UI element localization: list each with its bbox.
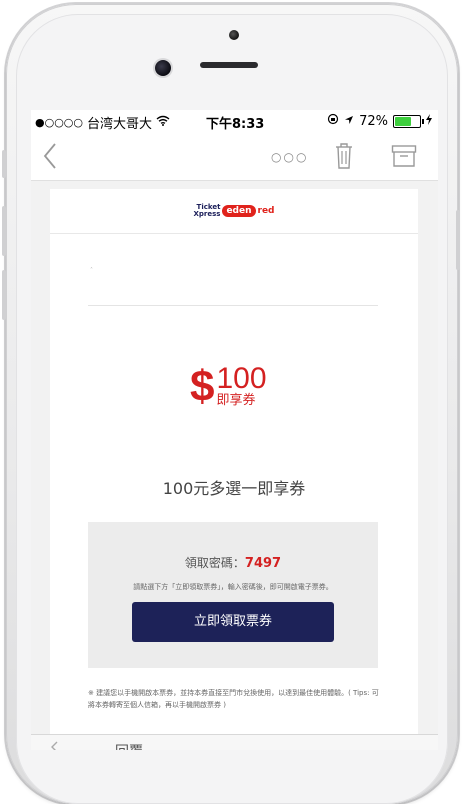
orientation-lock-icon <box>327 113 339 129</box>
battery-tip <box>422 118 424 124</box>
earpiece-speaker <box>200 62 258 68</box>
email-content: Ticket Xpress eden red ˄ $ 100 即享券 100元多… <box>50 189 418 750</box>
charging-icon <box>426 113 432 129</box>
reply-bar[interactable]: 回覆 <box>31 734 438 750</box>
battery-percent: 72% <box>359 113 388 129</box>
coupon-amount: $ 100 即享券 <box>190 362 267 411</box>
signal-strength: ●○○○○ <box>35 116 83 129</box>
usage-footnote: ※ 建議您以手機開啟本票券，並持本券直接至門市兌換使用，以達到最佳使用體驗。( … <box>88 689 379 709</box>
content-divider <box>88 305 378 306</box>
logo-eden: eden <box>222 205 256 217</box>
back-button[interactable] <box>39 140 63 172</box>
volume-down-button <box>2 270 6 320</box>
trash-icon <box>336 143 352 169</box>
placeholder-mark: ˄ <box>90 267 93 274</box>
wifi-icon <box>156 115 170 130</box>
logo-header: Ticket Xpress eden red <box>50 189 418 234</box>
battery-fill <box>395 116 411 126</box>
mute-switch <box>2 150 6 178</box>
carrier-name: 台湾大哥大 <box>87 117 153 132</box>
proximity-sensor <box>155 60 171 76</box>
coupon-title: 100元多選一即享券 <box>162 479 306 498</box>
reply-icon <box>51 741 65 750</box>
redeem-code-value: 7497 <box>244 556 282 571</box>
battery-icon <box>393 114 424 128</box>
front-camera <box>229 30 239 40</box>
mail-body: Ticket Xpress eden red ˄ $ 100 即享券 100元多… <box>31 181 438 750</box>
redeem-code-panel: 領取密碼：7497 請點選下方「立即領取票券」，輸入密碼後，即可開啟電子票券。 … <box>88 522 378 668</box>
location-icon <box>344 114 354 129</box>
more-options-button[interactable]: ○○○ <box>271 150 308 164</box>
reply-label: 回覆 <box>115 741 143 750</box>
redeem-hint: 請點選下方「立即領取票券」，輸入密碼後，即可開啟電子票券。 <box>133 583 333 591</box>
amount-subtitle: 即享券 <box>216 392 256 407</box>
status-right: 72% <box>327 113 432 129</box>
amount-right: 100 即享券 <box>216 362 267 407</box>
archive-icon <box>391 145 417 167</box>
claim-ticket-button[interactable]: 立即領取票券 <box>132 602 334 642</box>
mail-toolbar: ○○○ <box>31 132 438 181</box>
status-left: ●○○○○ 台湾大哥大 <box>35 113 170 132</box>
redeem-code-label: 領取密碼： <box>184 556 245 570</box>
phone-screen: ●○○○○ 台湾大哥大 下午8:33 72% ○○○ Ticket Xpress… <box>31 110 438 750</box>
trash-button[interactable] <box>333 142 355 170</box>
logo-red: red <box>257 206 275 216</box>
status-time: 下午8:33 <box>206 117 265 132</box>
volume-up-button <box>2 206 6 256</box>
status-bar: ●○○○○ 台湾大哥大 下午8:33 72% <box>31 110 438 132</box>
amount-currency: $ <box>190 362 215 411</box>
chevron-left-icon <box>43 143 56 169</box>
power-button <box>456 210 460 270</box>
amount-value: 100 <box>216 362 267 395</box>
logo-ticket-xpress: Ticket Xpress <box>193 203 221 218</box>
archive-button[interactable] <box>391 144 417 168</box>
redeem-code-line: 領取密碼：7497 <box>88 554 378 571</box>
ticket-xpress-edenred-logo: Ticket Xpress eden red <box>193 204 274 218</box>
